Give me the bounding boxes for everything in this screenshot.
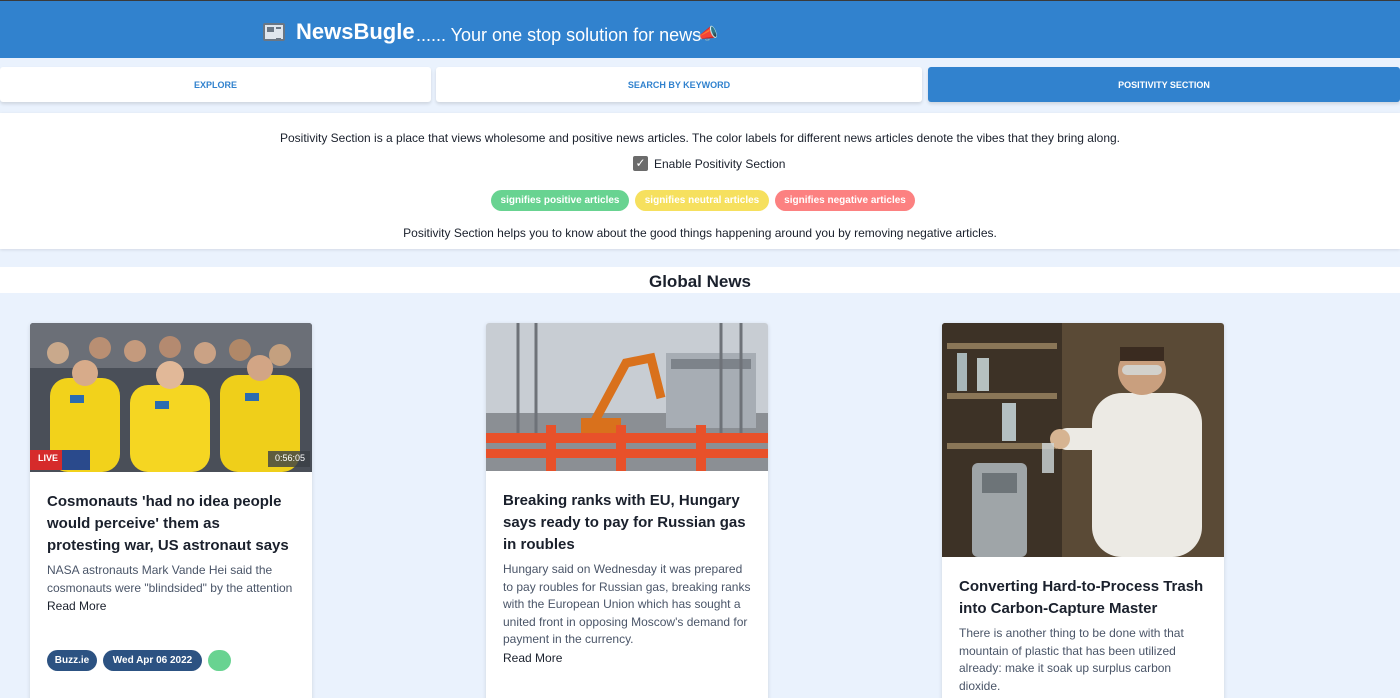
article-title[interactable]: Cosmonauts 'had no idea people would per…: [47, 491, 297, 557]
app-header: NewsBugle ...... Your one stop solution …: [0, 0, 1400, 58]
read-more-link[interactable]: Read More: [47, 599, 106, 613]
tab-search-by-keyword[interactable]: SEARCH BY KEYWORD: [436, 67, 922, 102]
article-image-cosmonauts[interactable]: [30, 323, 312, 472]
news-card[interactable]: LIVE 0:56:05 Cosmonauts 'had no idea peo…: [30, 323, 312, 698]
positivity-description: Positivity Section is a place that views…: [280, 131, 1120, 145]
article-title[interactable]: Breaking ranks with EU, Hungary says rea…: [503, 490, 753, 556]
legend-positive-badge: signifies positive articles: [491, 190, 629, 211]
positivity-footer-text: Positivity Section helps you to know abo…: [403, 226, 997, 240]
megaphone-icon: 📣: [698, 26, 718, 43]
news-card[interactable]: Converting Hard-to-Process Trash into Ca…: [942, 323, 1224, 698]
positivity-info-panel: Positivity Section is a place that views…: [0, 113, 1400, 249]
legend-negative-badge: signifies negative articles: [775, 190, 915, 211]
legend-neutral-badge: signifies neutral articles: [635, 190, 769, 211]
checkbox-checked-icon[interactable]: ✓: [633, 156, 648, 171]
article-image-laboratory[interactable]: [942, 323, 1224, 557]
enable-positivity-toggle[interactable]: ✓ Enable Positivity Section: [633, 156, 785, 171]
video-timestamp: 0:56:05: [275, 453, 306, 463]
checkbox-label: Enable Positivity Section: [654, 156, 786, 171]
article-title[interactable]: Converting Hard-to-Process Trash into Ca…: [959, 576, 1209, 620]
article-description: There is another thing to be done with t…: [959, 626, 1184, 693]
article-image-gas-pipeline[interactable]: [486, 323, 768, 471]
brand-title[interactable]: NewsBugle: [296, 19, 415, 45]
live-badge: LIVE: [38, 453, 59, 463]
source-badge: Buzz.ie: [47, 650, 97, 671]
section-title: Global News: [648, 272, 752, 291]
tagline: ...... Your one stop solution for news: [416, 25, 702, 45]
date-badge: Wed Apr 06 2022: [103, 650, 202, 671]
read-more-link[interactable]: Read More: [503, 651, 562, 665]
tab-explore[interactable]: EXPLORE: [0, 67, 431, 102]
article-description: Hungary said on Wednesday it was prepare…: [503, 562, 751, 646]
positive-vibe-indicator: [208, 650, 231, 671]
newspaper-icon: [263, 23, 285, 41]
news-card[interactable]: Breaking ranks with EU, Hungary says rea…: [486, 323, 768, 698]
tab-positivity-section[interactable]: POSITIVITY SECTION: [928, 67, 1400, 102]
article-description: NASA astronauts Mark Vande Hei said the …: [47, 563, 293, 595]
